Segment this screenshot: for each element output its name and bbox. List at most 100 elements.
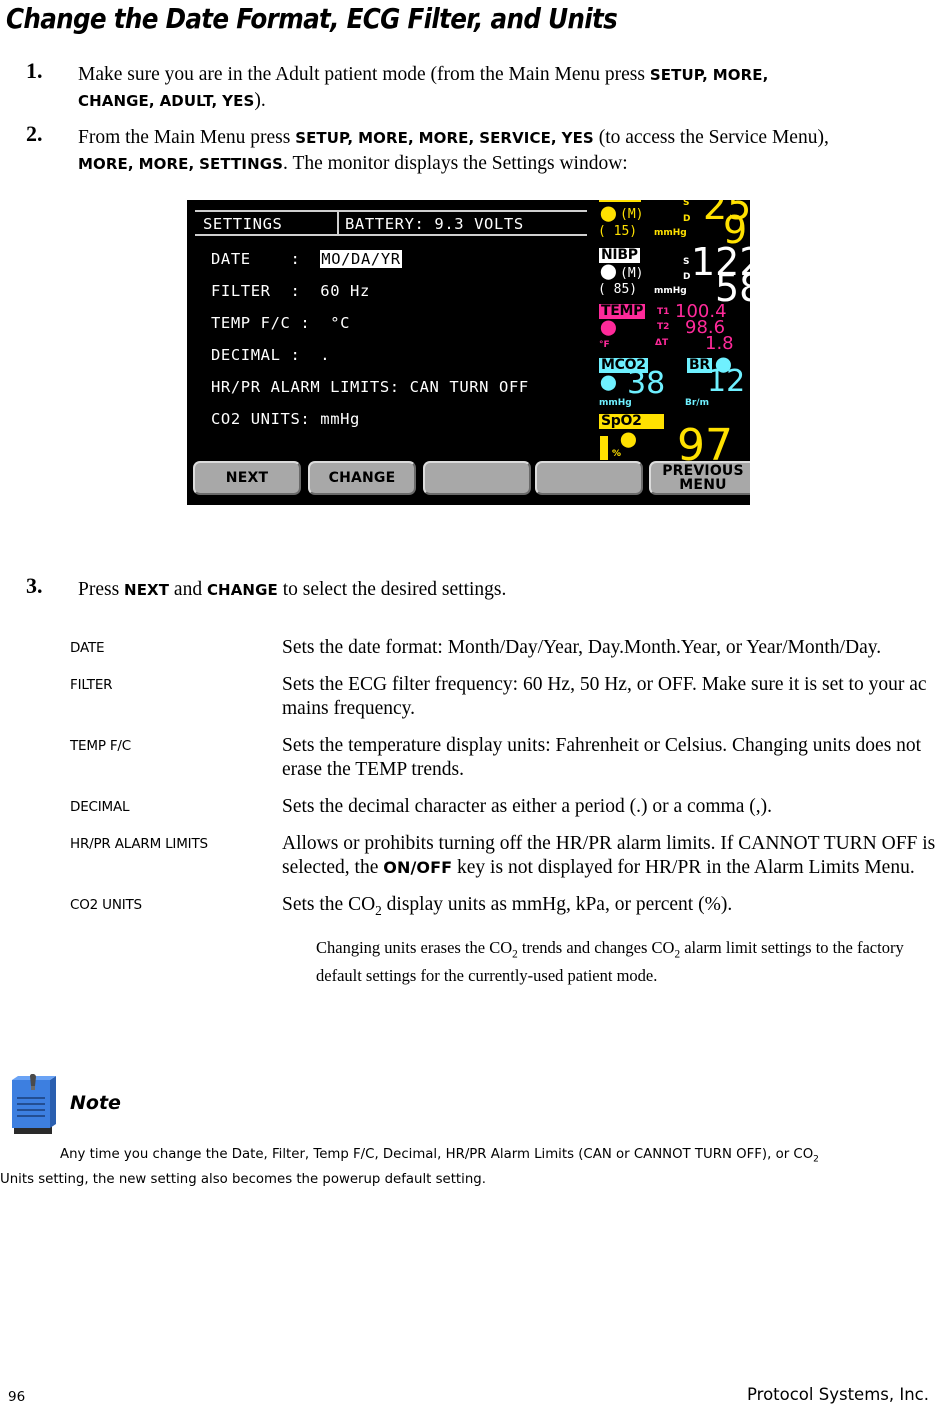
definition-row-hrpr-alarm-limits: HR/PR ALARM LIMITS Allows or prohibits t… xyxy=(70,832,937,880)
setting-row-hrpr-alarm-limits[interactable]: HR/PR ALARM LIMITS: CAN TURN OFF xyxy=(211,378,591,410)
setting-label-date: DATE xyxy=(211,250,251,268)
definition-desc-filter: Sets the ECG filter frequency: 60 Hz, 50… xyxy=(282,674,927,719)
key-more-2b: MORE, xyxy=(418,129,475,147)
setting-sep-decimal: : xyxy=(280,346,321,364)
step-3-text-a: Press xyxy=(78,579,125,600)
pressure-top-tag xyxy=(599,200,641,202)
notepad-icon xyxy=(12,1074,56,1134)
step-3-text-b: and xyxy=(169,579,207,600)
setting-label-filter: FILTER xyxy=(211,282,271,300)
softkey-next[interactable]: NEXT xyxy=(193,461,301,495)
nibp-s-label: S xyxy=(683,257,690,267)
monitor-window-title: SETTINGS xyxy=(203,215,283,233)
pressure-top-mode: (M) xyxy=(620,207,644,222)
definition-row-decimal: DECIMAL Sets the decimal character as ei… xyxy=(70,795,937,819)
nibp-tag: NIBP xyxy=(599,247,640,263)
definition-desc-co2-a: Sets the CO xyxy=(282,894,376,915)
mco2-value: 38 xyxy=(627,366,666,401)
footer-company-name: Protocol Systems, Inc. xyxy=(747,1385,929,1404)
monitor-settings-rows: DATE : MO/DA/YR FILTER : 60 Hz TEMP F/C … xyxy=(211,250,591,442)
note-text: Any time you change the Date, Filter, Te… xyxy=(0,1145,931,1189)
monitor-titlebar: SETTINGS BATTERY: 9.3 VOLTS xyxy=(195,210,587,236)
key-change-3: CHANGE xyxy=(206,581,278,599)
key-yes-2: YES xyxy=(561,129,594,147)
setting-row-date[interactable]: DATE : MO/DA/YR xyxy=(211,250,591,282)
definition-term-filter: FILTER xyxy=(70,677,113,693)
setting-sep-filter: : xyxy=(270,282,321,300)
definition-desc-co2-b: display units as mmHg, kPa, or percent (… xyxy=(381,894,733,915)
pressure-top-units: mmHg xyxy=(654,228,687,238)
definition-desc-hrpr: Allows or prohibits turning off the HR/P… xyxy=(282,832,937,880)
key-on-off: ON/OFF xyxy=(383,858,453,877)
softkey-blank-3[interactable] xyxy=(423,461,531,495)
setting-row-co2-units[interactable]: CO2 UNITS: mmHg xyxy=(211,410,591,442)
temp-dt-value: 1.8 xyxy=(705,333,734,354)
definition-subnote-co2: Changing units erases the CO2 trends and… xyxy=(282,937,937,986)
monitor-vitals-strip: ⬤ (M) ( 15) mmHg S D 25 9 NIBP ⬤ (M) ( 8… xyxy=(595,200,750,468)
temp-tag: TEMP xyxy=(599,303,646,319)
alarm-bell-icon-mco2[interactable]: ⬤ xyxy=(600,375,617,390)
setting-label-temp-fc: TEMP F/C xyxy=(211,314,291,332)
key-setup: SETUP, xyxy=(649,66,708,84)
definition-desc-co2-subscript: 2 xyxy=(375,902,382,918)
key-yes: YES xyxy=(222,92,255,110)
definition-desc-decimal: Sets the decimal character as either a p… xyxy=(282,796,772,817)
definition-desc-date: Sets the date format: Month/Day/Year, Da… xyxy=(282,637,882,658)
setting-value-decimal[interactable]: . xyxy=(320,346,330,364)
nibp-mean: ( 85) xyxy=(598,282,638,297)
setting-row-filter[interactable]: FILTER : 60 Hz xyxy=(211,282,591,314)
setting-value-co2-units[interactable]: mmHg xyxy=(320,410,360,428)
step-2: 2. From the Main Menu press SETUP, MORE,… xyxy=(26,121,916,177)
step-2-text-c: . The monitor displays the Settings wind… xyxy=(283,153,628,174)
setting-sep-temp-fc: : xyxy=(290,314,331,332)
vital-temp[interactable]: TEMP ⬤ °F T1 T2 ΔT 100.4 98.6 1.8 xyxy=(595,301,750,354)
setting-label-hrpr: HR/PR ALARM LIMITS: xyxy=(211,378,400,396)
key-adult: ADULT, xyxy=(159,92,218,110)
settings-definition-list: DATE Sets the date format: Month/Day/Yea… xyxy=(70,636,937,986)
step-1-number: 1. xyxy=(26,58,43,83)
definition-row-filter: FILTER Sets the ECG filter frequency: 60… xyxy=(70,673,937,721)
setting-label-co2-units: CO2 UNITS: xyxy=(211,410,311,428)
alarm-bell-icon-temp[interactable]: ⬤ xyxy=(600,320,617,335)
step-3: 3. Press NEXT and CHANGE to select the d… xyxy=(26,573,916,603)
setting-row-decimal[interactable]: DECIMAL : . xyxy=(211,346,591,378)
pressure-top-mean: ( 15) xyxy=(598,224,638,239)
definition-term-co2-units: CO2 UNITS xyxy=(70,897,142,913)
vital-nibp[interactable]: NIBP ⬤ (M) ( 85) mmHg S D 122 58 xyxy=(595,243,750,307)
alarm-bell-icon-nibp[interactable]: ⬤ xyxy=(600,264,617,279)
vital-mco2-br[interactable]: MCO2 BR ⬤ ⬤ 38 mmHg 12 Br/m xyxy=(595,357,750,412)
definition-desc-co2-units: Sets the CO2 display units as mmHg, kPa,… xyxy=(282,893,937,923)
vital-spo2[interactable]: SpO2 ⬤ % 97 xyxy=(595,414,750,468)
step-2-text-b: (to access the Service Menu), xyxy=(593,127,829,148)
key-setup-2: SETUP, xyxy=(295,129,354,147)
br-units: Br/m xyxy=(685,398,709,408)
setting-sep-co2-units xyxy=(310,410,320,428)
setting-value-temp-fc[interactable]: °C xyxy=(330,314,350,332)
alarm-bell-icon-spo2[interactable]: ⬤ xyxy=(620,432,637,447)
softkey-previous-menu[interactable]: PREVIOUS MENU xyxy=(649,461,750,495)
alarm-bell-icon-pressure-top[interactable]: ⬤ xyxy=(600,206,617,221)
mco2-units: mmHg xyxy=(599,398,632,408)
setting-value-hrpr[interactable]: CAN TURN OFF xyxy=(410,378,529,396)
footer-page-number: 96 xyxy=(8,1389,26,1405)
monitor-battery-status: BATTERY: 9.3 VOLTS xyxy=(345,215,524,233)
step-2-text-a: From the Main Menu press xyxy=(78,127,296,148)
setting-value-filter[interactable]: 60 Hz xyxy=(320,282,370,300)
spo2-pleth-bar xyxy=(600,436,608,460)
subnote-b: trends and changes CO xyxy=(517,937,675,957)
key-more-2c: MORE, xyxy=(78,155,134,173)
temp-t2-label: T2 xyxy=(657,322,670,332)
setting-value-date[interactable]: MO/DA/YR xyxy=(320,250,402,268)
softkey-change[interactable]: CHANGE xyxy=(308,461,416,495)
subnote-a: Changing units erases the CO xyxy=(316,937,513,957)
page-title: Change the Date Format, ECG Filter, and … xyxy=(6,2,618,35)
softkey-blank-4[interactable] xyxy=(535,461,643,495)
setting-row-temp-fc[interactable]: TEMP F/C : °C xyxy=(211,314,591,346)
nibp-d-label: D xyxy=(683,272,691,282)
temp-t1-label: T1 xyxy=(657,307,670,317)
spo2-tag: SpO2 xyxy=(599,414,664,429)
note-line2: Units setting, the new setting also beco… xyxy=(0,1171,486,1187)
definition-row-temp-fc: TEMP F/C Sets the temperature display un… xyxy=(70,734,937,782)
br-value: 12 xyxy=(707,364,746,399)
definition-row-date: DATE Sets the date format: Month/Day/Yea… xyxy=(70,636,937,660)
